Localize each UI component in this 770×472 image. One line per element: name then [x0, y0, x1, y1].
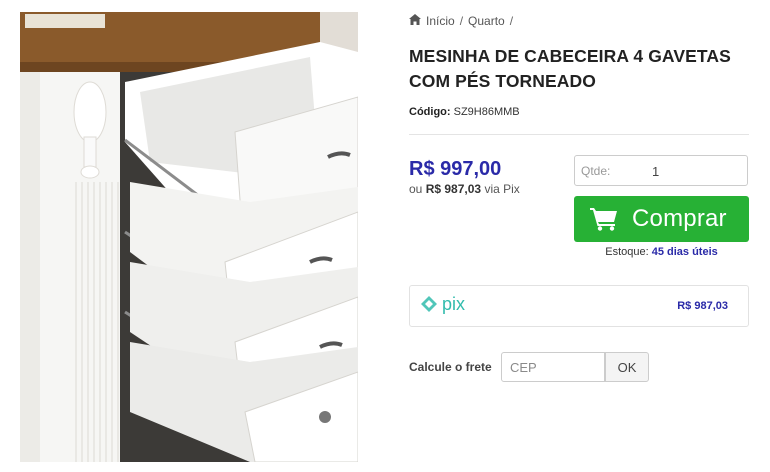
product-code-label: Código: [409, 106, 451, 118]
breadcrumb-separator: / [509, 14, 514, 28]
pix-logo-text: pix [442, 295, 465, 314]
quantity-field[interactable]: Qtde: 1 [574, 155, 748, 186]
product-title: MESINHA DE CABECEIRA 4 GAVETAS COM PÉS T… [409, 46, 731, 91]
breadcrumb-separator: / [459, 14, 464, 28]
pix-prefix: ou [409, 182, 423, 196]
stock-value: 45 dias úteis [651, 246, 718, 258]
buy-button[interactable]: Comprar [574, 196, 749, 242]
breadcrumb-item-inicio[interactable]: Início [426, 14, 455, 28]
home-icon[interactable] [409, 14, 421, 28]
pix-price: R$ 987,03 [425, 182, 482, 196]
pix-box-price: R$ 987,03 [677, 300, 728, 312]
buy-button-label: Comprar [632, 205, 727, 232]
ok-button[interactable]: OK [605, 352, 649, 382]
pix-price-line: ou R$ 987,03 via Pix [409, 182, 520, 196]
stock-info: Estoque: 45 dias úteis [574, 246, 749, 258]
product-photo-drawing [20, 12, 358, 462]
pix-payment-box: pix R$ 987,03 [409, 285, 749, 327]
product-code: Código: SZ9H86MMB [409, 106, 520, 118]
divider [409, 134, 749, 135]
cep-input[interactable] [501, 352, 605, 382]
cart-icon [590, 208, 617, 231]
stock-label: Estoque: [605, 246, 649, 258]
pix-suffix: via Pix [484, 182, 520, 196]
quantity-value[interactable]: 1 [652, 164, 659, 179]
product-image[interactable] [20, 12, 358, 462]
breadcrumb-item-quarto[interactable]: Quarto [468, 14, 505, 28]
shipping-label: Calcule o frete [409, 360, 492, 374]
pix-logo-icon: pix [421, 295, 465, 314]
product-price: R$ 997,00 [409, 158, 502, 180]
breadcrumb: Início / Quarto / [409, 14, 513, 28]
quantity-label: Qtde: [581, 164, 611, 178]
product-code-value: SZ9H86MMB [453, 106, 520, 118]
